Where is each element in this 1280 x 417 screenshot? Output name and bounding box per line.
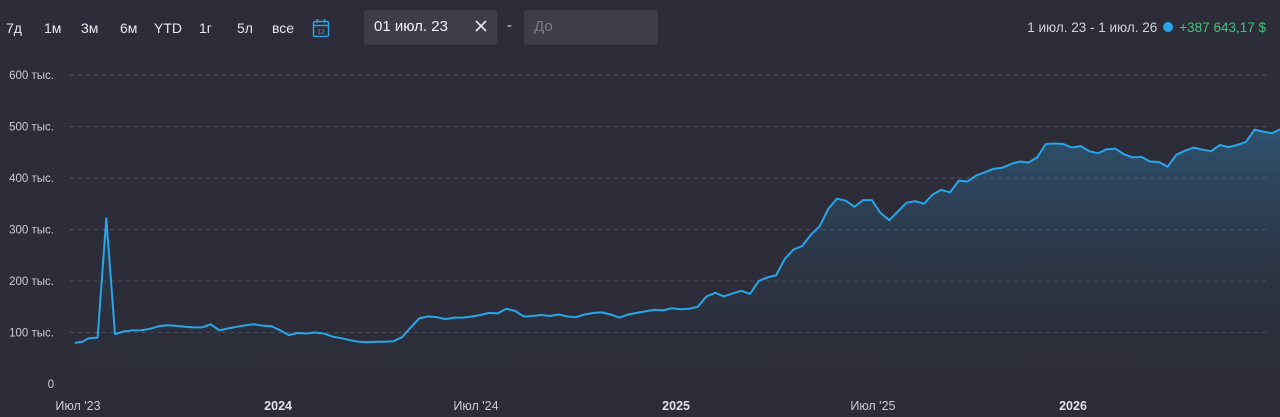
portfolio-chart-app: 7д 1м 3м 6м YTD 1г 5л все 12 01 июл. 23 — [0, 0, 1280, 417]
x-axis-tick-label: Июл '23 — [55, 399, 100, 413]
x-axis-tick-label: Июл '24 — [453, 399, 498, 413]
y-axis-tick-label: 0 — [48, 379, 54, 391]
portfolio-value-chart: 0 100 тыс. 200 тыс. 300 тыс. 400 тыс. 500 тыс… — [9, 70, 1280, 413]
x-axis-tick-label: 2026 — [1059, 399, 1087, 413]
y-axis-tick-label: 200 тыс. — [9, 276, 54, 288]
y-axis-tick-label: 100 тыс. — [9, 328, 54, 340]
y-axis-tick-label: 500 тыс. — [9, 122, 54, 134]
y-axis-tick-label: 300 тыс. — [9, 225, 54, 237]
y-axis-tick-label: 400 тыс. — [9, 173, 54, 185]
y-axis-tick-label: 600 тыс. — [9, 70, 54, 82]
series-area-fill — [75, 129, 1280, 384]
x-axis-tick-label: 2024 — [264, 399, 292, 413]
x-axis-tick-label: 2025 — [662, 399, 690, 413]
x-axis-tick-label: Июл '25 — [850, 399, 895, 413]
